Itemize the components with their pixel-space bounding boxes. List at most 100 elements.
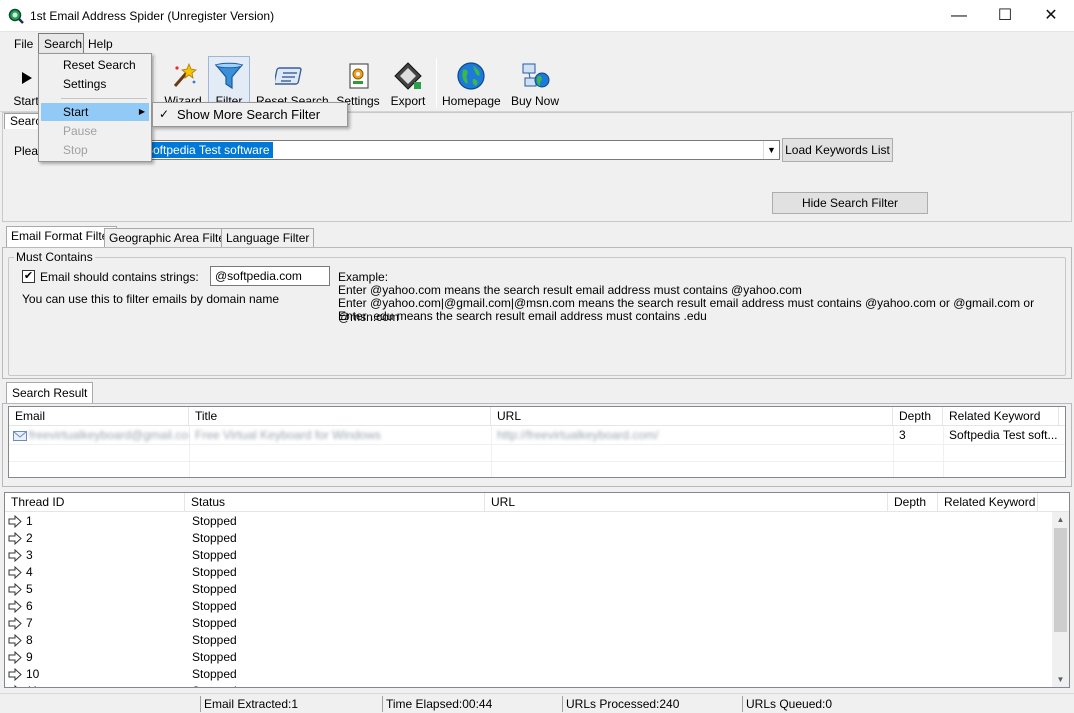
email-strings-input[interactable]: @softpedia.com [210,266,330,286]
table-row[interactable]: freevirtualkeyboard@gmail.com Free Virtu… [9,427,1065,444]
table-row[interactable]: 8 Stopped [5,632,1053,649]
arrow-right-icon [8,583,22,596]
menu-item-reset-search[interactable]: Reset Search [41,56,149,74]
tab-search[interactable]: Search [4,113,48,129]
buy-network-icon [522,63,550,88]
chevron-down-icon[interactable]: ▼ [763,141,779,159]
thread-status-cell: Stopped [192,531,237,545]
column-header-url[interactable]: URL [491,407,893,425]
title-bar: 1st Email Address Spider (Unregister Ver… [0,0,1074,32]
thread-id-cell: 8 [26,633,33,647]
column-header-thread-url[interactable]: URL [485,493,888,511]
thread-id-cell: 3 [26,548,33,562]
thread-id-cell: 11 [26,684,38,687]
table-row[interactable]: 6 Stopped [5,598,1053,615]
result-title-cell: Free Virtual Keyboard for Windows [195,428,381,442]
column-header-thread-id[interactable]: Thread ID [5,493,185,511]
start-submenu: ✓ Show More Search Filter [152,102,348,127]
scrollbar-thumb[interactable] [1054,528,1067,632]
column-header-related-keyword[interactable]: Related Keyword [943,407,1059,425]
table-row[interactable]: 9 Stopped [5,649,1053,666]
result-keyword-cell: Softpedia Test soft... [949,428,1058,442]
export-button-label: Export [390,94,426,108]
column-header-thread-keyword[interactable]: Related Keyword [938,493,1038,511]
column-header-depth[interactable]: Depth [893,407,943,425]
thread-list[interactable]: Thread ID Status URL Depth Related Keywo… [4,492,1070,688]
thread-id-cell: 10 [26,667,40,681]
magic-wand-icon [173,62,197,87]
scroll-up-icon[interactable]: ▲ [1052,512,1069,528]
table-row[interactable]: 3 Stopped [5,547,1053,564]
globe-icon [457,62,485,90]
tab-language-filter[interactable]: Language Filter [221,228,315,247]
homepage-button-label: Homepage [442,94,501,108]
thread-status-cell: Stopped [192,548,237,562]
thread-id-cell: 1 [26,514,33,528]
search-dropdown-menu: Reset Search Settings Start ▶ Pause Stop [38,53,152,162]
arrow-right-icon [8,668,22,681]
column-header-status[interactable]: Status [185,493,485,511]
arrow-right-icon [8,617,22,630]
table-row[interactable]: 5 Stopped [5,581,1053,598]
settings-document-icon [349,63,369,89]
menu-item-show-more-search-filter[interactable]: Show More Search Filter [177,107,320,122]
thread-id-cell: 6 [26,599,33,613]
thread-status-cell: Stopped [192,616,237,630]
keyword-selected-value: Softpedia Test software [142,142,273,158]
tab-email-format-filter[interactable]: Email Format Filter [6,226,118,248]
hide-search-filter-button[interactable]: Hide Search Filter [772,192,928,214]
menu-bar [0,32,1074,54]
arrow-right-icon [8,515,22,528]
load-keywords-list-button[interactable]: Load Keywords List [782,138,893,162]
column-header-thread-depth[interactable]: Depth [888,493,938,511]
buy-now-button[interactable]: Buy Now [510,56,560,110]
tab-geographic-area-filter[interactable]: Geographic Area Filter [104,228,235,247]
table-row[interactable]: 2 Stopped [5,530,1053,547]
menu-file[interactable]: File [14,37,33,51]
homepage-button[interactable]: Homepage [442,56,501,110]
result-url-cell: http://freevirtualkeyboard.com/ [497,428,659,442]
status-emails-extracted: Email Extracted:1 [200,696,382,712]
email-contains-checkbox[interactable]: ✔ [22,270,35,283]
search-result-list[interactable]: Email Title URL Depth Related Keyword fr… [8,406,1066,478]
maximize-button[interactable]: ☐ [982,0,1028,31]
vertical-scrollbar[interactable]: ▲ ▼ [1052,512,1069,687]
thread-status-cell: Stopped [192,684,237,687]
submenu-arrow-icon: ▶ [138,107,145,116]
menu-item-start[interactable]: Start ▶ [41,103,149,121]
result-list-header: Email Title URL Depth Related Keyword [9,407,1065,426]
tab-search-result[interactable]: Search Result [6,382,94,404]
table-row[interactable]: 4 Stopped [5,564,1053,581]
menu-item-stop[interactable]: Stop [41,141,149,159]
close-button[interactable]: ✕ [1028,0,1074,31]
funnel-icon [214,62,244,90]
app-icon [8,8,24,24]
table-row[interactable]: 7 Stopped [5,615,1053,632]
column-header-title[interactable]: Title [189,407,491,425]
window-title: 1st Email Address Spider (Unregister Ver… [30,9,275,23]
arrow-right-icon [8,651,22,664]
status-bar: Email Extracted:1 Time Elapsed:00:44 URL… [0,693,1074,713]
status-urls-processed: URLs Processed:240 [562,696,742,712]
table-row[interactable]: 11 Stopped [5,683,1053,687]
table-row[interactable]: 10 Stopped [5,666,1053,683]
thread-id-cell: 7 [26,616,33,630]
keyword-combobox[interactable]: Softpedia Test software ▼ [140,140,780,160]
example-line-3: Enter .edu means the search result email… [338,309,707,323]
menu-item-pause[interactable]: Pause [41,122,149,140]
arrow-right-icon [8,600,22,613]
scroll-down-icon[interactable]: ▼ [1052,672,1069,687]
table-row[interactable]: 1 Stopped [5,513,1053,530]
column-header-email[interactable]: Email [9,407,189,425]
menu-item-settings[interactable]: Settings [41,75,149,93]
export-button[interactable]: Export [386,56,430,110]
must-contains-legend: Must Contains [14,250,95,264]
result-depth-cell: 3 [899,428,906,442]
menu-help[interactable]: Help [88,37,113,51]
status-urls-queued: URLs Queued:0 [742,696,1072,712]
check-icon: ✓ [159,107,170,121]
menu-search[interactable]: Search [44,37,82,51]
arrow-right-icon [14,685,17,687]
example-title: Example: [338,270,389,284]
minimize-button[interactable]: — [936,0,982,31]
